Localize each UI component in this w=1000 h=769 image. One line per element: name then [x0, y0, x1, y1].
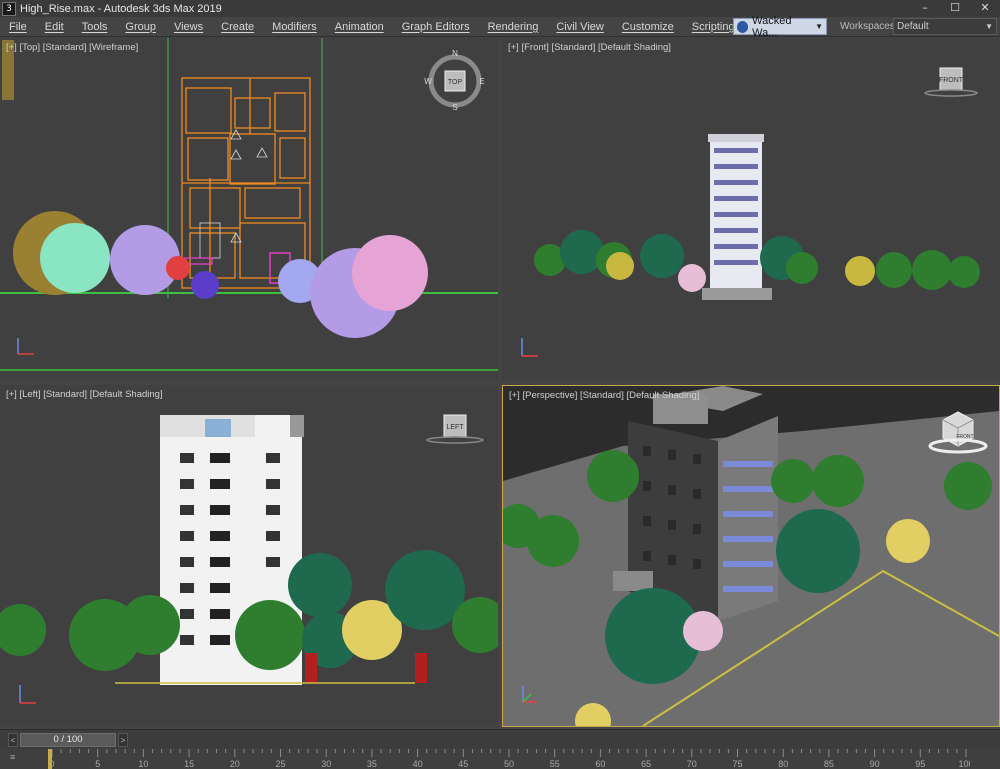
time-slider[interactable]: 0 / 100: [20, 733, 116, 747]
ruler-tick-label: 95: [915, 759, 925, 769]
menu-views[interactable]: Views: [165, 21, 212, 33]
chevron-down-icon: ▼: [985, 22, 993, 31]
menu-animation[interactable]: Animation: [326, 21, 393, 33]
ruler-tick-label: 30: [321, 759, 331, 769]
ruler-tick-label: 45: [458, 759, 468, 769]
ruler-tick-label: 55: [550, 759, 560, 769]
maximize-button[interactable]: ☐: [940, 0, 970, 17]
app-icon[interactable]: 3: [2, 1, 16, 16]
svg-text:S: S: [452, 103, 457, 112]
ruler-tick-label: 65: [641, 759, 651, 769]
tree-canopies: [13, 211, 428, 338]
perspective-scene: [503, 386, 999, 726]
svg-text:N: N: [452, 50, 458, 58]
ruler-tick-label: 15: [184, 759, 194, 769]
viewport-top[interactable]: [+] [Top] [Standard] [Wireframe] TOP N E…: [0, 38, 498, 380]
close-button[interactable]: ✕: [970, 0, 1000, 17]
ruler-tick-label: 60: [595, 759, 605, 769]
time-indicator[interactable]: [48, 749, 52, 769]
window-title: High_Rise.max - Autodesk 3ds Max 2019: [20, 2, 222, 15]
menu-tools[interactable]: Tools: [73, 21, 117, 33]
menu-group[interactable]: Group: [116, 21, 165, 33]
frame-ruler[interactable]: 0 5 10 15 20 25 30 35 40 45 50 55 60 65 70 75 80 85 90 95 10…: [48, 749, 970, 769]
viewcube[interactable]: FRONT: [922, 66, 978, 100]
viewport-label[interactable]: [+] [Perspective] [Standard] [Default Sh…: [509, 390, 699, 401]
ruler-tick-label: 85: [824, 759, 834, 769]
axis-gizmo: [521, 338, 538, 357]
menu-customize[interactable]: Customize: [613, 21, 683, 33]
ruler-tick-label: 75: [732, 759, 742, 769]
menu-civil-view[interactable]: Civil View: [547, 21, 612, 33]
track-bar[interactable]: ≡ 0 5 10 15 20 25 30 35 40 45 50 55 60 65 70 75 80 85 90 95…: [0, 749, 1000, 769]
menu-rendering[interactable]: Rendering: [479, 21, 548, 33]
ruler-tick-label: 5: [95, 759, 100, 769]
viewport-label[interactable]: [+] [Left] [Standard] [Default Shading]: [6, 389, 163, 400]
ruler-tick-label: 35: [367, 759, 377, 769]
user-account-dropdown[interactable]: Wacked Wa... ▼: [733, 15, 827, 39]
workspaces-select[interactable]: Default ▼: [893, 18, 997, 35]
viewcube-face-label: LEFT: [446, 424, 464, 431]
viewcube[interactable]: LEFT: [424, 413, 486, 449]
ruler-tick-label: 20: [230, 759, 240, 769]
menu-items: File Edit Tools Group Views Create Modifiers An…: [0, 17, 744, 36]
time-slider-bar: < 0 / 100 >: [0, 729, 1000, 749]
ruler-tick-label: 80: [778, 759, 788, 769]
title-bar: 3 High_Rise.max - Autodesk 3ds Max 2019 …: [0, 0, 1000, 17]
ruler-tick-label: 100: [958, 759, 970, 769]
prev-frame-button[interactable]: <: [8, 733, 18, 747]
viewport-label[interactable]: [+] [Top] [Standard] [Wireframe]: [6, 42, 138, 53]
ruler-tick-label: 70: [687, 759, 697, 769]
menu-create[interactable]: Create: [212, 21, 263, 33]
viewcube-face-label: TOP: [448, 79, 463, 86]
svg-text:W: W: [424, 77, 432, 86]
track-bar-menu-icon[interactable]: ≡: [10, 752, 15, 762]
viewcube[interactable]: FRONT: [927, 408, 989, 460]
ruler-tick-label: 10: [138, 759, 148, 769]
ruler-tick-label: 50: [504, 759, 514, 769]
viewcube-face-label: FRONT: [939, 77, 964, 84]
viewport-perspective[interactable]: [+] [Perspective] [Standard] [Default Sh…: [502, 385, 1000, 727]
axis-gizmo: [19, 685, 36, 704]
menu-graph-editors[interactable]: Graph Editors: [393, 21, 479, 33]
menu-edit[interactable]: Edit: [36, 21, 73, 33]
workspaces-label: Workspaces:: [840, 21, 898, 32]
viewport-left[interactable]: [+] [Left] [Standard] [Default Shading]: [0, 385, 498, 727]
menu-file[interactable]: File: [0, 21, 36, 33]
minimize-button[interactable]: –: [910, 0, 940, 17]
ruler-tick-label: 25: [275, 759, 285, 769]
user-name: Wacked Wa...: [752, 14, 792, 39]
viewcube-compass[interactable]: TOP N E S W: [424, 50, 486, 112]
high-rise-building: [702, 134, 772, 300]
user-icon: [737, 20, 749, 33]
menu-bar: File Edit Tools Group Views Create Modifiers An…: [0, 15, 1000, 39]
ruler-tick-label: 40: [413, 759, 423, 769]
next-frame-button[interactable]: >: [118, 733, 128, 747]
viewport-label[interactable]: [+] [Front] [Standard] [Default Shading]: [508, 42, 671, 53]
menu-modifiers[interactable]: Modifiers: [263, 21, 326, 33]
viewport-front[interactable]: [+] [Front] [Standard] [Default Shading]: [502, 38, 1000, 380]
building-wireframe: [181, 77, 311, 289]
workspaces-value: Default: [897, 21, 929, 32]
svg-text:E: E: [479, 77, 484, 86]
axis-gizmo: [17, 338, 34, 355]
chevron-down-icon: ▼: [815, 22, 823, 31]
ruler-tick-label: 90: [870, 759, 880, 769]
